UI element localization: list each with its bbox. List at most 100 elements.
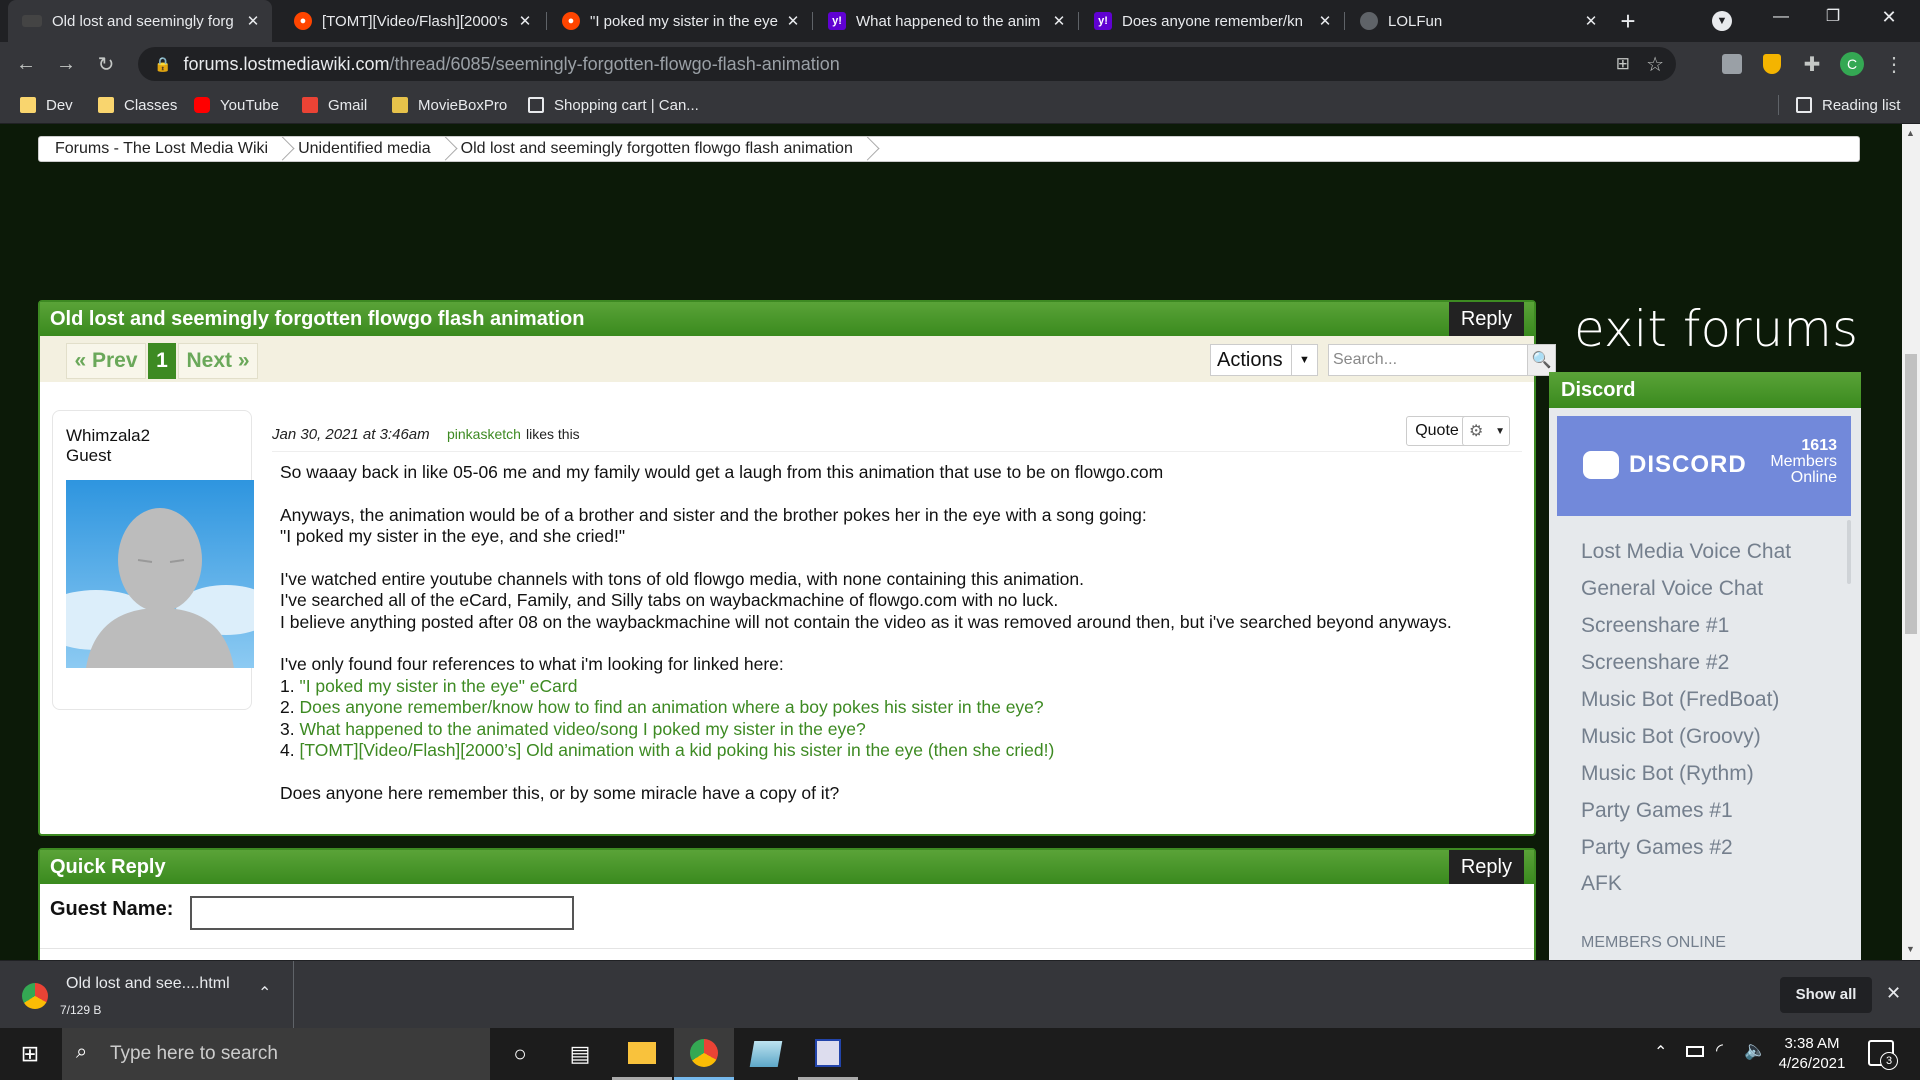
windows-start-icon[interactable]: ⊞ [0, 1028, 60, 1080]
bookmark-star-icon[interactable]: ☆ [1646, 52, 1664, 77]
scrollbar-thumb[interactable] [1905, 354, 1917, 634]
reference-link-4[interactable]: [TOMT][Video/Flash][2000’s] Old animatio… [299, 740, 1054, 760]
shield-extension-icon[interactable] [1758, 50, 1786, 78]
chrome-icon[interactable] [674, 1028, 734, 1080]
close-tab-icon[interactable]: ✕ [514, 12, 536, 30]
menu-kebab-icon[interactable]: ⋮ [1880, 50, 1908, 78]
tab-lolfun[interactable]: LOLFun ✕ [1346, 0, 1610, 42]
tab-title: LOLFun [1388, 12, 1443, 30]
liker-link[interactable]: pinkasketch [447, 426, 521, 442]
channel-music-bot-rythm[interactable]: Music Bot (Rythm) [1581, 762, 1754, 786]
bookmark-movieboxpro[interactable]: MovieBoxPro [392, 95, 507, 115]
bookmarks-bar: Dev Classes YouTube Gmail MovieBoxPro Sh… [0, 86, 1920, 124]
breadcrumb-forums[interactable]: Forums - The Lost Media Wiki [39, 137, 282, 161]
new-tab-button[interactable]: + [1612, 6, 1644, 36]
bookmark-gmail[interactable]: Gmail [302, 95, 367, 115]
reading-list[interactable]: Reading list [1796, 95, 1900, 115]
reload-icon[interactable]: ↻ [92, 50, 120, 78]
prev-page-button[interactable]: « Prev [66, 343, 146, 379]
reference-link-2[interactable]: Does anyone remember/know how to find an… [299, 697, 1043, 717]
channel-party-games-2[interactable]: Party Games #2 [1581, 836, 1733, 860]
breadcrumb-thread[interactable]: Old lost and seemingly forgotten flowgo … [445, 137, 867, 161]
battery-icon[interactable] [1686, 1046, 1704, 1057]
post-date[interactable]: Jan 30, 2021 at 3:46am [272, 426, 430, 443]
quick-reply-button[interactable]: Reply [1448, 850, 1524, 884]
download-item[interactable]: Old lost and see....html 7/129 B ⌃ [0, 961, 294, 1029]
channel-screenshare-1[interactable]: Screenshare #1 [1581, 614, 1729, 638]
close-window-button[interactable]: ✕ [1864, 0, 1914, 34]
scroll-down-icon[interactable]: ▼ [1906, 944, 1915, 954]
post-options-button[interactable]: ⚙ ▼ [1462, 416, 1510, 446]
app-icon[interactable] [736, 1028, 796, 1080]
download-shelf: Old lost and see....html 7/129 B ⌃ Show … [0, 960, 1920, 1029]
channel-screenshare-2[interactable]: Screenshare #2 [1581, 651, 1729, 675]
channel-music-bot-groovy[interactable]: Music Bot (Groovy) [1581, 725, 1761, 749]
snipping-tool-icon[interactable] [798, 1028, 858, 1080]
back-icon[interactable]: ← [12, 50, 40, 78]
thread-search-input[interactable]: Search... [1328, 344, 1528, 376]
bookmark-youtube[interactable]: YouTube [194, 95, 279, 115]
quote-button[interactable]: Quote [1406, 416, 1468, 446]
cortana-icon[interactable]: ○ [490, 1028, 550, 1080]
minimize-button[interactable]: — [1758, 0, 1804, 34]
file-explorer-icon[interactable] [612, 1028, 672, 1080]
extensions-puzzle-icon[interactable]: ✚ [1798, 50, 1826, 78]
reference-link-1[interactable]: "I poked my sister in the eye" eCard [299, 676, 577, 696]
volume-icon[interactable]: 🔈 [1744, 1040, 1766, 1061]
close-shelf-icon[interactable]: ✕ [1886, 983, 1901, 1004]
reference-link-3[interactable]: What happened to the animated video/song… [299, 719, 865, 739]
exit-forums-link[interactable]: exit forums [1574, 300, 1858, 358]
channel-lost-media-voice-chat[interactable]: Lost Media Voice Chat [1581, 540, 1791, 564]
taskbar-search[interactable]: ⌕ Type here to search [62, 1028, 490, 1080]
bookmark-shopping-cart[interactable]: Shopping cart | Can... [528, 95, 699, 115]
tab-active[interactable]: Old lost and seemingly forg ✕ [8, 0, 272, 42]
wifi-icon[interactable]: ◜ [1716, 1040, 1723, 1061]
bookmark-dev[interactable]: Dev [20, 95, 73, 115]
browser-toolbar: ← → ↻ 🔒 forums.lostmediawiki.com/thread/… [0, 42, 1920, 86]
discord-channel-scrollbar[interactable] [1847, 520, 1851, 584]
show-all-button[interactable]: Show all [1780, 977, 1872, 1013]
members-online-heading: MEMBERS ONLINE [1581, 934, 1726, 951]
close-tab-icon[interactable]: ✕ [1580, 12, 1602, 30]
channel-music-bot-fredboat[interactable]: Music Bot (FredBoat) [1581, 688, 1779, 712]
reply-button[interactable]: Reply [1448, 302, 1524, 336]
tab-yahoo-what-happened[interactable]: y! What happened to the anim ✕ [814, 0, 1078, 42]
tab-reddit-tomt[interactable]: ● [TOMT][Video/Flash][2000's ✕ [280, 0, 544, 42]
breadcrumb-unidentified-media[interactable]: Unidentified media [282, 137, 445, 161]
chevron-up-icon[interactable]: ⌃ [258, 983, 271, 1003]
extension-icon[interactable] [1718, 50, 1746, 78]
channel-general-voice-chat[interactable]: General Voice Chat [1581, 577, 1763, 601]
show-hidden-icons[interactable]: ⌃ [1654, 1042, 1667, 1062]
forward-icon[interactable]: → [52, 50, 80, 78]
close-tab-icon[interactable]: ✕ [782, 12, 804, 30]
quick-reply-title: Quick Reply [40, 850, 1534, 884]
address-bar[interactable]: 🔒 forums.lostmediawiki.com/thread/6085/s… [138, 47, 1676, 81]
clock[interactable]: 3:38 AM 4/26/2021 [1774, 1034, 1850, 1074]
chevron-down-icon: ▼ [1495, 425, 1505, 437]
page-1-button[interactable]: 1 [148, 343, 176, 379]
channel-party-games-1[interactable]: Party Games #1 [1581, 799, 1733, 823]
bookmark-classes[interactable]: Classes [98, 95, 177, 115]
tab-reddit-poked[interactable]: ● "I poked my sister in the eye ✕ [548, 0, 812, 42]
profile-avatar[interactable]: C [1838, 50, 1866, 78]
restore-button[interactable]: ❐ [1810, 0, 1856, 34]
tab-search-icon[interactable]: ▼ [1712, 11, 1732, 31]
scroll-up-icon[interactable]: ▲ [1906, 128, 1915, 138]
actions-dropdown[interactable]: Actions ▼ [1210, 344, 1318, 376]
url-host: forums.lostmediawiki.com [183, 53, 390, 74]
close-tab-icon[interactable]: ✕ [242, 12, 264, 30]
close-tab-icon[interactable]: ✕ [1048, 12, 1070, 30]
discord-banner[interactable]: DISCORD 1613 Members Online [1557, 416, 1851, 516]
channel-afk[interactable]: AFK [1581, 872, 1622, 896]
install-app-icon[interactable]: ⊞ [1616, 54, 1630, 74]
author-name[interactable]: Whimzala2 [66, 426, 150, 446]
tab-yahoo-does-anyone[interactable]: y! Does anyone remember/kn ✕ [1080, 0, 1344, 42]
page-scrollbar[interactable]: ▲ ▼ [1902, 124, 1920, 960]
tab-title: "I poked my sister in the eye [590, 12, 778, 30]
next-page-button[interactable]: Next » [178, 343, 258, 379]
guest-name-input[interactable] [190, 896, 574, 930]
close-tab-icon[interactable]: ✕ [1314, 12, 1336, 30]
discord-title: Discord [1549, 372, 1861, 408]
task-view-icon[interactable]: ▤ [550, 1028, 610, 1080]
download-size: 7/129 B [60, 1003, 102, 1017]
